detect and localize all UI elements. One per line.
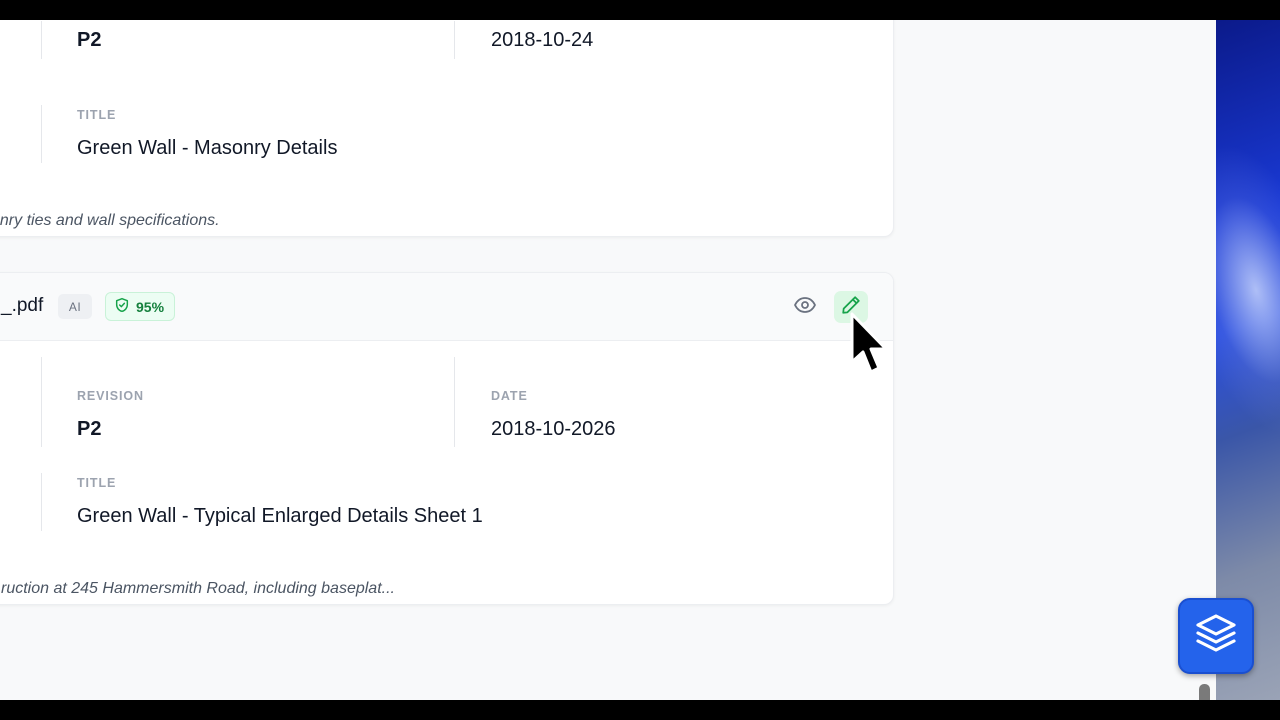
- title-label: TITLE: [77, 108, 117, 122]
- main-viewport: P2 2018-10-24 TITLE Green Wall - Masonry…: [0, 20, 1216, 700]
- title-value: Green Wall - Masonry Details: [77, 137, 338, 159]
- revision-value: P2: [77, 29, 102, 51]
- date-value: 2018-10-24: [491, 29, 594, 51]
- field-divider: [454, 21, 455, 59]
- field-divider: [41, 105, 42, 163]
- field-divider: [454, 357, 455, 447]
- description-text: onry ties and wall specifications.: [0, 212, 220, 229]
- title-value: Green Wall - Typical Enlarged Details Sh…: [77, 505, 483, 527]
- title-label: TITLE: [77, 476, 117, 490]
- eye-icon: [793, 293, 817, 322]
- field-divider: [41, 357, 42, 447]
- date-value: 2018-10-2026: [491, 418, 616, 440]
- view-button[interactable]: [791, 293, 819, 321]
- confidence-value: 95%: [136, 298, 165, 315]
- layers-icon: [1192, 610, 1240, 663]
- shield-check-icon: [114, 297, 130, 316]
- document-card: _.pdf AI 95% REVISION P2 DATE 2018-10-20…: [0, 272, 894, 605]
- scrollbar-thumb[interactable]: [1199, 684, 1210, 700]
- confidence-badge: 95%: [105, 292, 176, 321]
- date-label: DATE: [491, 389, 528, 403]
- file-name[interactable]: _.pdf: [1, 295, 43, 317]
- document-card: P2 2018-10-24 TITLE Green Wall - Masonry…: [0, 20, 894, 237]
- field-divider: [41, 21, 42, 59]
- field-divider: [41, 473, 42, 531]
- layers-fab-button[interactable]: [1178, 598, 1254, 674]
- pencil-icon: [840, 294, 862, 321]
- description-text: ruction at 245 Hammersmith Road, includi…: [1, 580, 395, 597]
- revision-value: P2: [77, 418, 102, 440]
- edit-button[interactable]: [834, 291, 868, 323]
- card-header: _.pdf AI 95%: [0, 273, 893, 341]
- revision-label: REVISION: [77, 389, 144, 403]
- ai-badge: AI: [58, 294, 92, 319]
